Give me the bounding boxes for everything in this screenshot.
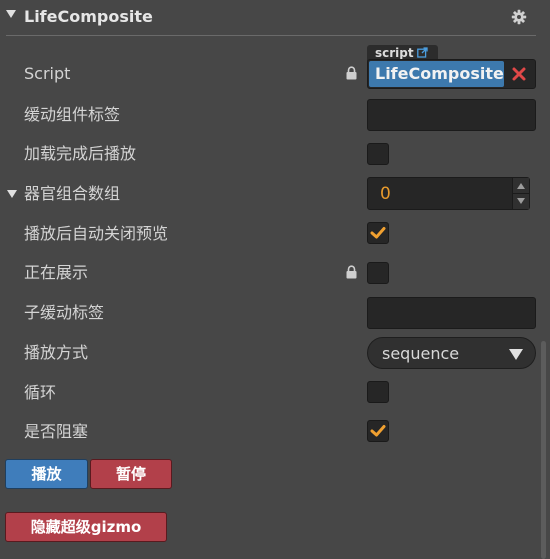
blocking-checkbox[interactable] — [367, 420, 389, 442]
organ-group-label: 器官组合数组 — [24, 184, 121, 203]
play-mode-value[interactable]: sequence — [382, 344, 459, 363]
showing-checkbox[interactable] — [367, 262, 389, 284]
component-header: LifeComposite — [0, 0, 550, 36]
sub-anim-tag-input[interactable] — [367, 297, 536, 329]
script-field[interactable]: LifeComposite — [367, 59, 536, 89]
sub-anim-tag-label: 子缓动标签 — [24, 303, 105, 322]
collapse-caret-icon[interactable] — [6, 10, 16, 18]
organ-group-caret-icon[interactable] — [7, 190, 17, 198]
gear-icon[interactable] — [511, 9, 527, 25]
lock-icon — [346, 66, 357, 80]
play-button[interactable]: 播放 — [5, 459, 88, 489]
anim-tag-label: 缓动组件标签 — [24, 105, 121, 124]
play-mode-select[interactable]: sequence — [367, 337, 536, 369]
lock-icon — [346, 265, 357, 279]
auto-close-preview-checkbox[interactable] — [367, 222, 389, 244]
pause-button[interactable]: 暂停 — [90, 459, 172, 489]
hide-gizmo-button[interactable]: 隐藏超级gizmo — [5, 512, 167, 542]
script-value[interactable]: LifeComposite — [369, 61, 504, 87]
dropdown-arrow-icon[interactable] — [509, 349, 523, 360]
loop-label: 循环 — [24, 383, 57, 402]
play-mode-label: 播放方式 — [24, 343, 89, 362]
loop-checkbox[interactable] — [367, 381, 389, 403]
script-label: Script — [24, 64, 71, 83]
blocking-label: 是否阻塞 — [24, 422, 89, 441]
auto-close-preview-label: 播放后自动关闭预览 — [24, 224, 169, 243]
scrollbar[interactable] — [541, 341, 546, 559]
stepper-divider — [513, 193, 529, 194]
anim-tag-input[interactable] — [367, 99, 536, 131]
showing-label: 正在展示 — [24, 263, 89, 282]
external-link-icon[interactable] — [417, 47, 428, 58]
decrement-arrow-icon[interactable] — [517, 198, 525, 204]
script-tag-label: script — [375, 46, 414, 60]
play-after-load-label: 加载完成后播放 — [24, 144, 137, 163]
checkmark-icon — [370, 227, 386, 239]
number-stepper[interactable] — [512, 178, 529, 209]
close-icon[interactable] — [511, 66, 527, 82]
header-divider — [6, 35, 536, 36]
organ-group-value[interactable]: 0 — [380, 184, 391, 204]
organ-group-number-input[interactable]: 0 — [367, 177, 530, 210]
component-title: LifeComposite — [24, 7, 153, 26]
checkmark-icon — [370, 425, 386, 437]
increment-arrow-icon[interactable] — [517, 183, 525, 189]
play-after-load-checkbox[interactable] — [367, 143, 389, 165]
